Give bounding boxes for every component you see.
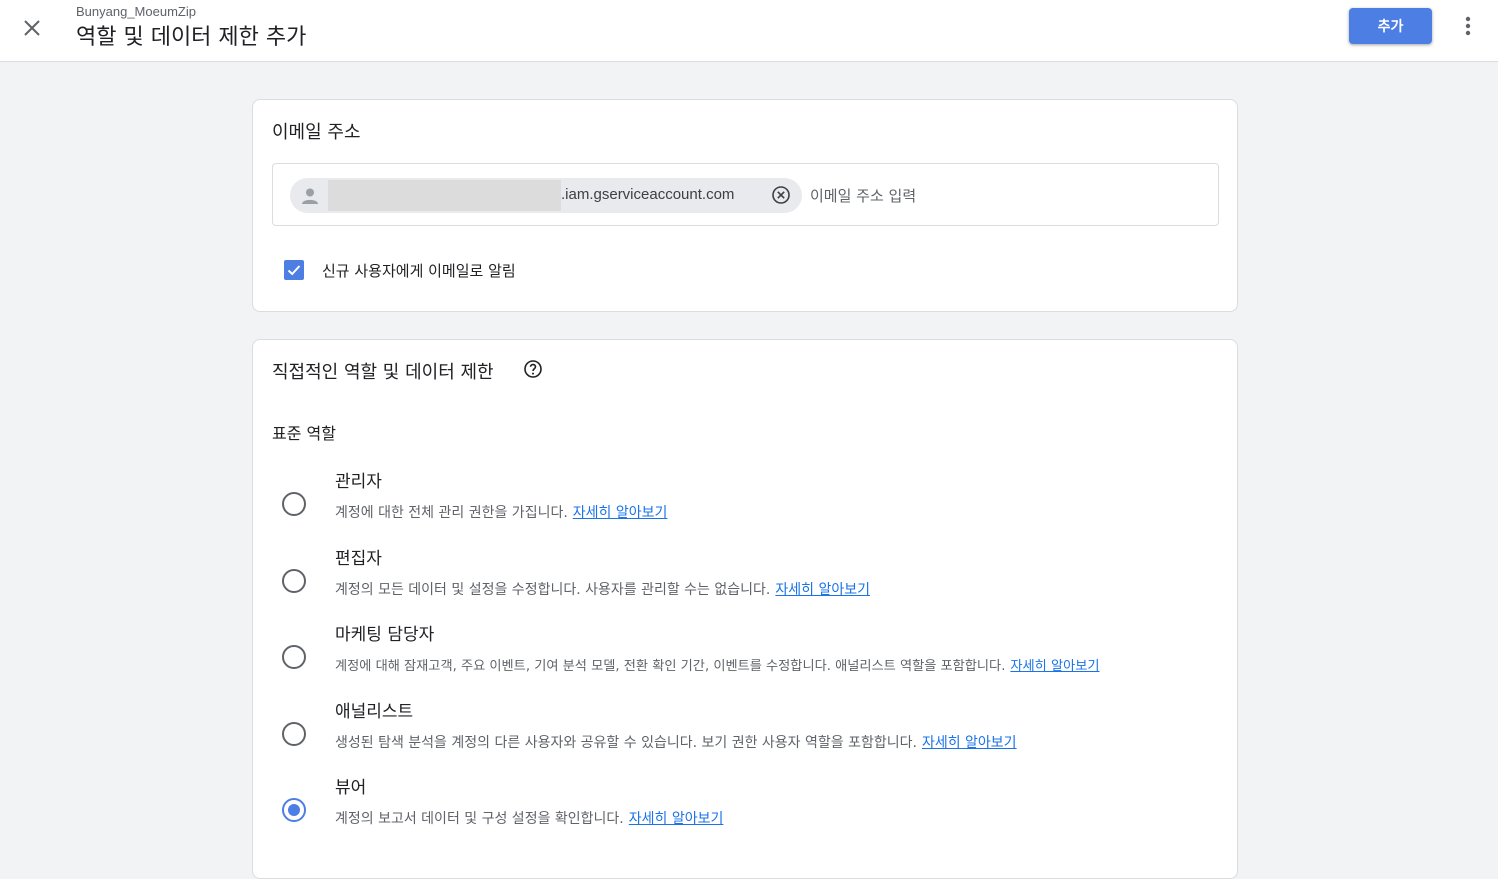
role-radio[interactable] — [282, 798, 306, 822]
standard-roles-label: 표준 역할 — [272, 424, 336, 443]
account-name: Bunyang_MoeumZip — [76, 4, 196, 19]
role-name: 마케팅 담당자 — [335, 625, 435, 645]
chip-remove-button[interactable] — [771, 185, 791, 205]
email-input-box[interactable]: .iam.gserviceaccount.com — [272, 163, 1219, 226]
learn-more-link[interactable]: 자세히 알아보기 — [573, 505, 668, 521]
role-option[interactable]: 애널리스트 생성된 탐색 분석을 계정의 다른 사용자와 공유할 수 있습니다.… — [253, 697, 1239, 769]
email-chip-text: .iam.gserviceaccount.com — [561, 186, 735, 203]
learn-more-link[interactable]: 자세히 알아보기 — [1010, 659, 1099, 674]
close-icon — [24, 20, 40, 36]
learn-more-link[interactable]: 자세히 알아보기 — [922, 735, 1017, 751]
role-radio[interactable] — [282, 569, 306, 593]
role-description: 계정의 보고서 데이터 및 구성 설정을 확인합니다. 자세히 알아보기 — [335, 811, 724, 827]
email-chip[interactable]: .iam.gserviceaccount.com — [290, 178, 802, 213]
role-radio[interactable] — [282, 722, 306, 746]
role-description: 계정에 대한 전체 관리 권한을 가집니다. 자세히 알아보기 — [335, 505, 668, 521]
role-name: 관리자 — [335, 472, 382, 492]
role-option[interactable]: 마케팅 담당자 계정에 대해 잠재고객, 주요 이벤트, 기여 분석 모델, 전… — [253, 620, 1239, 692]
learn-more-link[interactable]: 자세히 알아보기 — [775, 582, 870, 598]
top-bar: Bunyang_MoeumZip 역할 및 데이터 제한 추가 추가 — [0, 0, 1498, 62]
roles-card: 직접적인 역할 및 데이터 제한 표준 역할 관리자 계정에 대한 전체 관리 … — [252, 339, 1238, 879]
role-option[interactable]: 관리자 계정에 대한 전체 관리 권한을 가집니다. 자세히 알아보기 — [253, 467, 1239, 539]
person-icon — [296, 182, 323, 209]
notify-label: 신규 사용자에게 이메일로 알림 — [322, 262, 516, 280]
page-title: 역할 및 데이터 제한 추가 — [76, 25, 307, 50]
add-button[interactable]: 추가 — [1349, 8, 1432, 44]
role-radio[interactable] — [282, 492, 306, 516]
role-description: 계정의 모든 데이터 및 설정을 수정합니다. 사용자를 관리할 수는 없습니다… — [335, 582, 870, 598]
more-vert-icon — [1465, 16, 1471, 36]
role-name: 애널리스트 — [335, 702, 414, 722]
role-option[interactable]: 편집자 계정의 모든 데이터 및 설정을 수정합니다. 사용자를 관리할 수는 … — [253, 544, 1239, 616]
close-button[interactable] — [16, 12, 48, 44]
email-input[interactable] — [810, 184, 1190, 208]
role-description: 계정에 대해 잠재고객, 주요 이벤트, 기여 분석 모델, 전환 확인 기간,… — [335, 659, 1100, 674]
check-icon — [287, 265, 301, 276]
role-name: 뷰어 — [335, 778, 367, 798]
role-description: 생성된 탐색 분석을 계정의 다른 사용자와 공유할 수 있습니다. 보기 권한… — [335, 735, 1017, 751]
learn-more-link[interactable]: 자세히 알아보기 — [629, 811, 724, 827]
more-options-button[interactable] — [1456, 12, 1480, 40]
help-circle-icon[interactable] — [523, 359, 543, 379]
roles-section-title: 직접적인 역할 및 데이터 제한 — [272, 362, 494, 383]
role-radio[interactable] — [282, 645, 306, 669]
email-section-title: 이메일 주소 — [272, 122, 361, 143]
redacted-email-prefix — [328, 180, 561, 211]
notify-checkbox[interactable] — [284, 260, 304, 280]
role-option[interactable]: 뷰어 계정의 보고서 데이터 및 구성 설정을 확인합니다. 자세히 알아보기 — [253, 773, 1239, 845]
role-name: 편집자 — [335, 549, 382, 569]
email-card: 이메일 주소 .iam.gserviceaccount.com 이메일 주소 입… — [252, 99, 1238, 312]
cancel-circle-icon — [772, 186, 790, 204]
